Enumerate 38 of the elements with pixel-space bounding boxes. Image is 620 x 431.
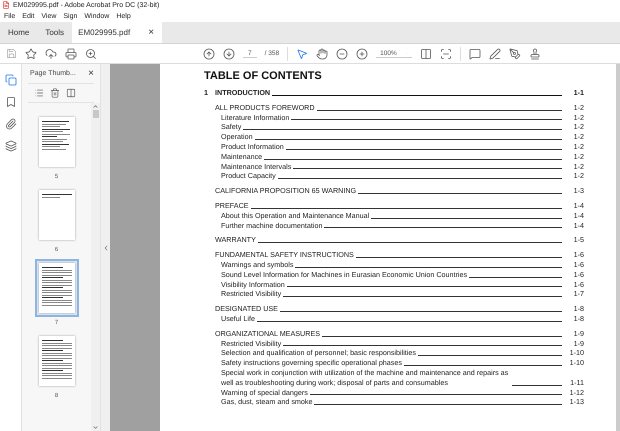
layers-icon[interactable] — [4, 140, 16, 152]
stamp-icon[interactable] — [529, 48, 542, 60]
scroll-up-icon[interactable] — [92, 103, 99, 110]
hand-icon[interactable] — [316, 48, 328, 60]
sign-icon[interactable] — [509, 48, 522, 60]
thumbnail-frame[interactable] — [34, 259, 78, 317]
page-thumbnail — [38, 336, 74, 386]
arrow-down-icon[interactable] — [223, 48, 235, 60]
pdf-icon — [2, 1, 10, 9]
page-thumbnail — [38, 117, 74, 167]
page-layout-icon[interactable] — [420, 48, 432, 60]
scroll-thumb[interactable] — [92, 110, 98, 118]
search-icon[interactable] — [85, 48, 97, 60]
printer-icon[interactable] — [65, 48, 77, 60]
trash-icon[interactable] — [50, 88, 60, 98]
close-icon[interactable]: × — [88, 68, 94, 79]
page-heading: TABLE OF CONTENTS — [204, 70, 323, 82]
pointer-icon[interactable] — [296, 48, 308, 60]
collapse-handle[interactable] — [100, 64, 110, 431]
pen-icon[interactable] — [489, 48, 502, 60]
zoom-in-icon[interactable] — [356, 48, 368, 60]
arrow-up-icon[interactable] — [203, 48, 215, 60]
comment-icon[interactable] — [469, 48, 482, 60]
scrollbar[interactable] — [91, 103, 100, 431]
page-thumbnail — [38, 263, 74, 313]
star-icon[interactable] — [25, 48, 37, 60]
close-icon[interactable]: × — [148, 27, 154, 38]
pages-icon[interactable] — [4, 74, 16, 86]
paperclip-icon[interactable] — [4, 118, 16, 130]
zoom-out-icon[interactable] — [336, 48, 348, 60]
tab[interactable]: Home — [0, 22, 38, 43]
options-icon[interactable] — [34, 88, 44, 98]
upload-icon[interactable] — [45, 48, 57, 60]
scroll-down-icon[interactable] — [92, 424, 99, 431]
tab[interactable]: Tools — [37, 22, 72, 43]
page-thumbnail — [38, 190, 74, 240]
tab[interactable]: EM029995.pdf × — [72, 22, 162, 43]
bookmark-icon[interactable] — [4, 96, 16, 108]
